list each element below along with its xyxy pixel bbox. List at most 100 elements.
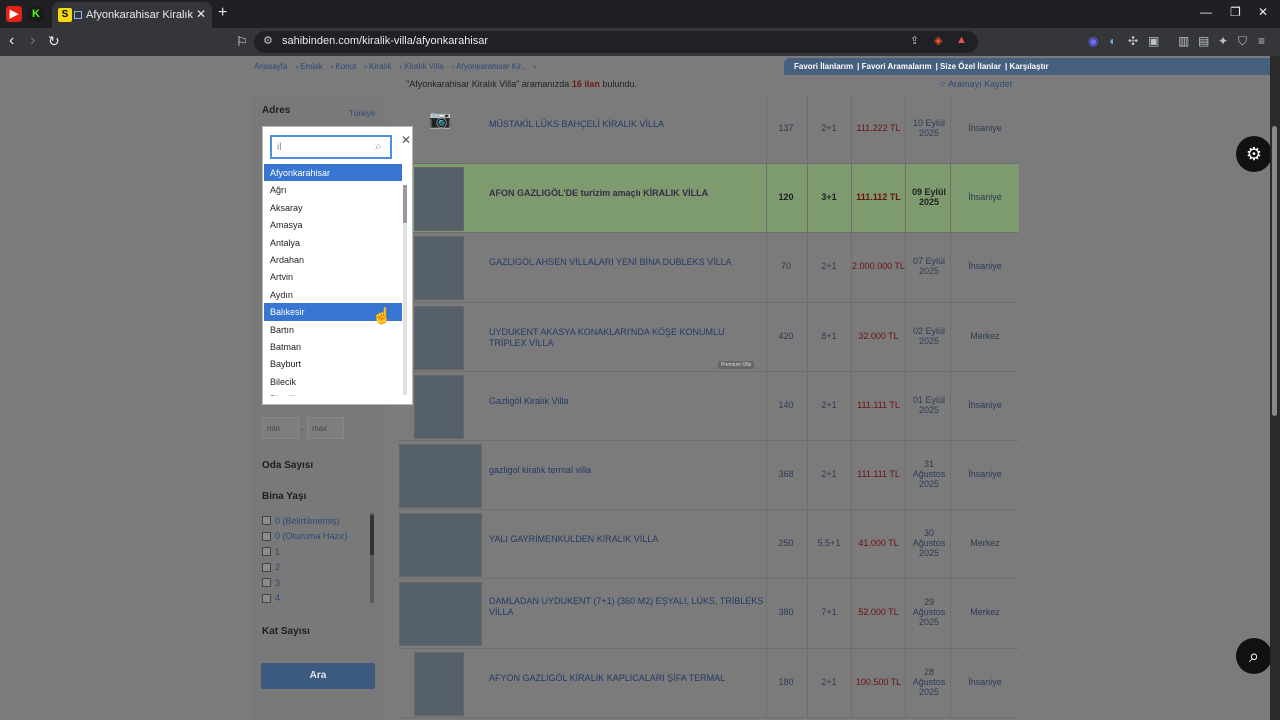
zoom-search-icon[interactable]: ⌕ [1236,638,1270,674]
search-button[interactable]: Ara [261,663,375,689]
options-scrollbar[interactable] [370,513,374,603]
close-tab-icon[interactable]: ✕ [196,7,206,21]
forward-icon[interactable]: › [30,32,35,50]
extension-icon[interactable]: ◉ [1088,34,1098,48]
province-search-input[interactable]: il [270,135,392,159]
checkbox[interactable] [262,562,271,572]
checkbox[interactable] [262,516,271,526]
vpn-icon[interactable]: ⛉ [1238,34,1247,49]
share-icon[interactable]: ⇪ [910,34,919,47]
brave-shield-icon[interactable]: ◈ [934,34,942,47]
max-input[interactable]: max [307,417,344,439]
listing-thumbnail[interactable] [399,582,482,647]
menu-icon[interactable]: ≡ [1258,34,1265,48]
translate-icon[interactable]: ▣ [1148,34,1159,48]
page-scrollbar[interactable] [1270,56,1280,720]
listing-row[interactable]: DAMLADAN UYDUKENT (7+1) (360 M2) EŞYALI,… [398,579,1019,649]
compare-link[interactable]: Karşılaştır [1009,62,1048,71]
listing-thumbnail[interactable] [414,374,464,439]
floor-count-filter[interactable]: Kat Sayısı [262,626,310,637]
min-input[interactable]: min [262,417,299,439]
listing-thumbnail[interactable] [414,167,464,232]
new-tab-icon[interactable]: + [218,4,227,22]
checkbox[interactable] [262,547,271,557]
breadcrumb-item[interactable]: Afyonkarahisar Kir.. [456,62,525,71]
url-field[interactable]: ⚙ sahibinden.com/kiralik-villa/afyonkara… [254,31,978,53]
listing-thumbnail[interactable] [414,651,464,716]
listing-title[interactable]: AFYON GAZLIGÖL KİRALIK KAPLICALARI ŞİFA … [489,673,764,684]
listing-thumbnail[interactable] [414,305,464,370]
maximize-icon[interactable]: ❐ [1230,5,1241,19]
close-window-icon[interactable]: ✕ [1258,5,1268,19]
scrollbar-thumb[interactable] [370,515,374,555]
scrollbar-thumb[interactable] [403,185,407,223]
checkbox-option[interactable]: 1 [262,544,348,560]
back-icon[interactable]: ‹ [9,32,14,50]
breadcrumb-item[interactable]: Konut [335,62,356,71]
province-option[interactable]: Batman [264,338,402,355]
k-app-icon[interactable]: K [28,6,44,22]
province-option[interactable]: Artvin [264,268,402,285]
site-info-icon[interactable]: ⚙ [263,34,273,47]
listing-title[interactable]: GAZLIGÖL AHSEN VİLLALARI YENİ BİNA DUBLE… [489,257,764,268]
close-icon[interactable]: ✕ [401,133,411,147]
listing-row[interactable]: 📷 MÜSTAKİL LÜKS BAHÇELİ KİRALIK VİLLA 137 2… [398,95,1019,165]
breadcrumb-item[interactable]: Anasayfa [254,62,287,71]
ai-assistant-icon[interactable]: ⚙ [1236,136,1270,172]
listing-title[interactable]: YALI GAYRİMENKULDEN KİRALIK VİLLA [489,534,764,545]
listing-title[interactable]: AFON GAZLIGÖL'DE turizim amaçlı KİRALIK … [489,188,764,199]
listing-row[interactable]: AFYON GAZLIGÖL KİRALIK KAPLICALARI ŞİFA … [398,648,1019,718]
listing-thumbnail[interactable] [399,444,482,508]
reload-icon[interactable]: ↻ [48,33,60,50]
listing-title[interactable]: DAMLADAN UYDUKENT (7+1) (360 M2) EŞYALI,… [489,596,764,618]
country-link[interactable]: Türkiye [349,109,375,118]
province-option[interactable]: Ardahan [264,251,402,268]
breadcrumb-item[interactable]: Kiralık [369,62,391,71]
listing-row[interactable]: YALI GAYRİMENKULDEN KİRALIK VİLLA 250 5.5+… [398,510,1019,580]
dropdown-scrollbar[interactable] [403,185,407,395]
breadcrumb-item[interactable]: Kiralık Villa [404,62,443,71]
listing-row[interactable]: Gazligöl Kiralık Villa 140 2+1 111.111 TL 01… [398,371,1019,441]
bookmark-icon[interactable]: ⚐ [236,34,248,50]
favorite-searches-link[interactable]: Favori Aramalarım [862,62,932,71]
save-search-link[interactable]: ☆ Aramayı Kaydet [938,79,1012,90]
province-option[interactable]: Amasya [264,216,402,233]
checkbox-option[interactable]: 2 [262,560,348,576]
breadcrumb-item[interactable]: Emlak [300,62,322,71]
sidebar-icon[interactable]: ▥ [1178,34,1189,48]
wallet-icon[interactable]: ▤ [1198,34,1209,48]
listing-thumbnail[interactable] [414,236,464,301]
province-option[interactable]: Afyonkarahisar [264,164,402,182]
province-option[interactable]: Aydın [264,286,402,303]
active-tab[interactable]: S Afyonkarahisar Kiralık Villa Fiy ✕ [52,2,212,28]
province-option[interactable]: Bingöl [264,390,402,396]
listing-title[interactable]: Gazligöl Kiralık Villa [489,396,764,407]
listing-thumbnail[interactable] [399,513,482,578]
listing-title[interactable]: gazligol kiralık termal villa [489,465,764,476]
listing-row[interactable]: AFON GAZLIGÖL'DE turizim amaçlı KİRALIK … [398,164,1019,234]
checkbox[interactable] [262,593,271,603]
audio-icon[interactable]: ◖ [1108,34,1115,48]
listing-row[interactable]: gazligol kiralık termal villa 368 2+1 111.1… [398,441,1019,511]
brave-rewards-icon[interactable]: ▲ [956,34,967,46]
special-listings-link[interactable]: Size Özel İlanlar [940,62,1001,71]
checkbox[interactable] [262,531,271,541]
listing-title[interactable]: MÜSTAKİL LÜKS BAHÇELİ KİRALIK VİLLA [489,119,764,130]
building-age-filter[interactable]: Bina Yaşı [262,491,306,502]
youtube-icon[interactable]: ▶ [6,6,22,22]
province-option[interactable]: Antalya [264,234,402,251]
checkbox-option[interactable]: 0 (Belirtilmemiş) [262,513,348,529]
province-option[interactable]: Aksaray [264,199,402,216]
checkbox-option[interactable]: 0 (Oturuma Hazır) [262,529,348,545]
scrollbar-thumb[interactable] [1272,126,1277,416]
listing-row[interactable]: UYDUKENT AKASYA KONAKLARI'NDA KÖŞE KONUM… [398,302,1019,372]
puzzle-icon[interactable]: ✣ [1128,34,1138,48]
listing-row[interactable]: GAZLIGÖL AHSEN VİLLALARI YENİ BİNA DUBLE… [398,233,1019,303]
minimize-icon[interactable]: — [1200,5,1212,19]
province-option[interactable]: Bayburt [264,355,402,372]
favorite-listings-link[interactable]: Favori İlanlarım [794,62,853,71]
listing-title[interactable]: UYDUKENT AKASYA KONAKLARI'NDA KÖŞE KONUM… [489,327,764,349]
province-option[interactable]: Ağrı [264,181,402,198]
checkbox[interactable] [262,578,271,588]
leo-icon[interactable]: ✦ [1218,34,1228,48]
